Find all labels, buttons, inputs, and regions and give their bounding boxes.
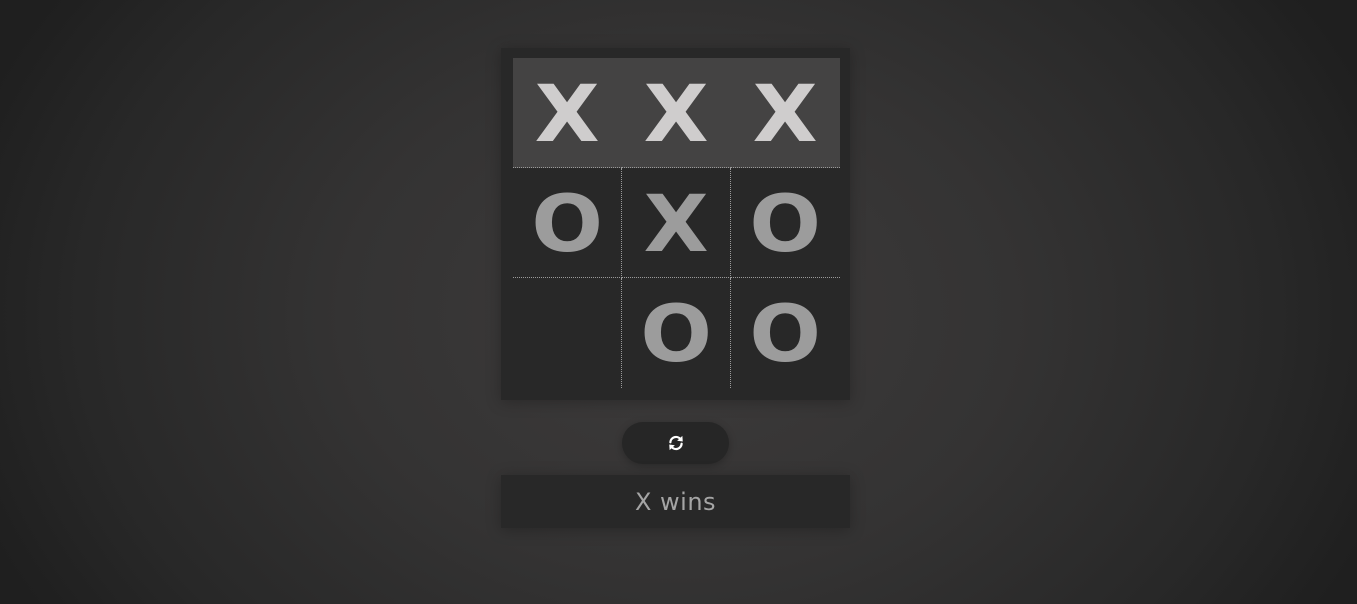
cell-mark: O bbox=[640, 290, 712, 380]
cell-mark: X bbox=[753, 69, 818, 160]
board-cell[interactable]: O bbox=[513, 168, 622, 278]
board-cell[interactable]: X bbox=[622, 168, 731, 278]
board-cell[interactable]: O bbox=[622, 278, 731, 388]
board-cell[interactable]: X bbox=[513, 58, 622, 168]
board-cell[interactable]: X bbox=[731, 58, 840, 168]
board-cell[interactable]: O bbox=[731, 168, 840, 278]
board-cell[interactable]: X bbox=[622, 58, 731, 168]
cell-mark: X bbox=[643, 179, 709, 270]
status-text: X wins bbox=[634, 487, 717, 516]
board-cell[interactable] bbox=[513, 278, 622, 388]
status-panel: X wins bbox=[501, 475, 850, 528]
board-grid: X X X O X O O O bbox=[513, 58, 840, 388]
cell-mark: X bbox=[644, 69, 709, 160]
cell-mark: O bbox=[749, 179, 822, 270]
cell-mark: X bbox=[535, 69, 600, 160]
refresh-icon bbox=[667, 434, 685, 452]
cell-mark: O bbox=[531, 179, 603, 270]
cell-mark: O bbox=[749, 290, 822, 380]
reset-button[interactable] bbox=[622, 422, 729, 464]
game-board: X X X O X O O O bbox=[501, 48, 850, 400]
board-cell[interactable]: O bbox=[731, 278, 840, 388]
